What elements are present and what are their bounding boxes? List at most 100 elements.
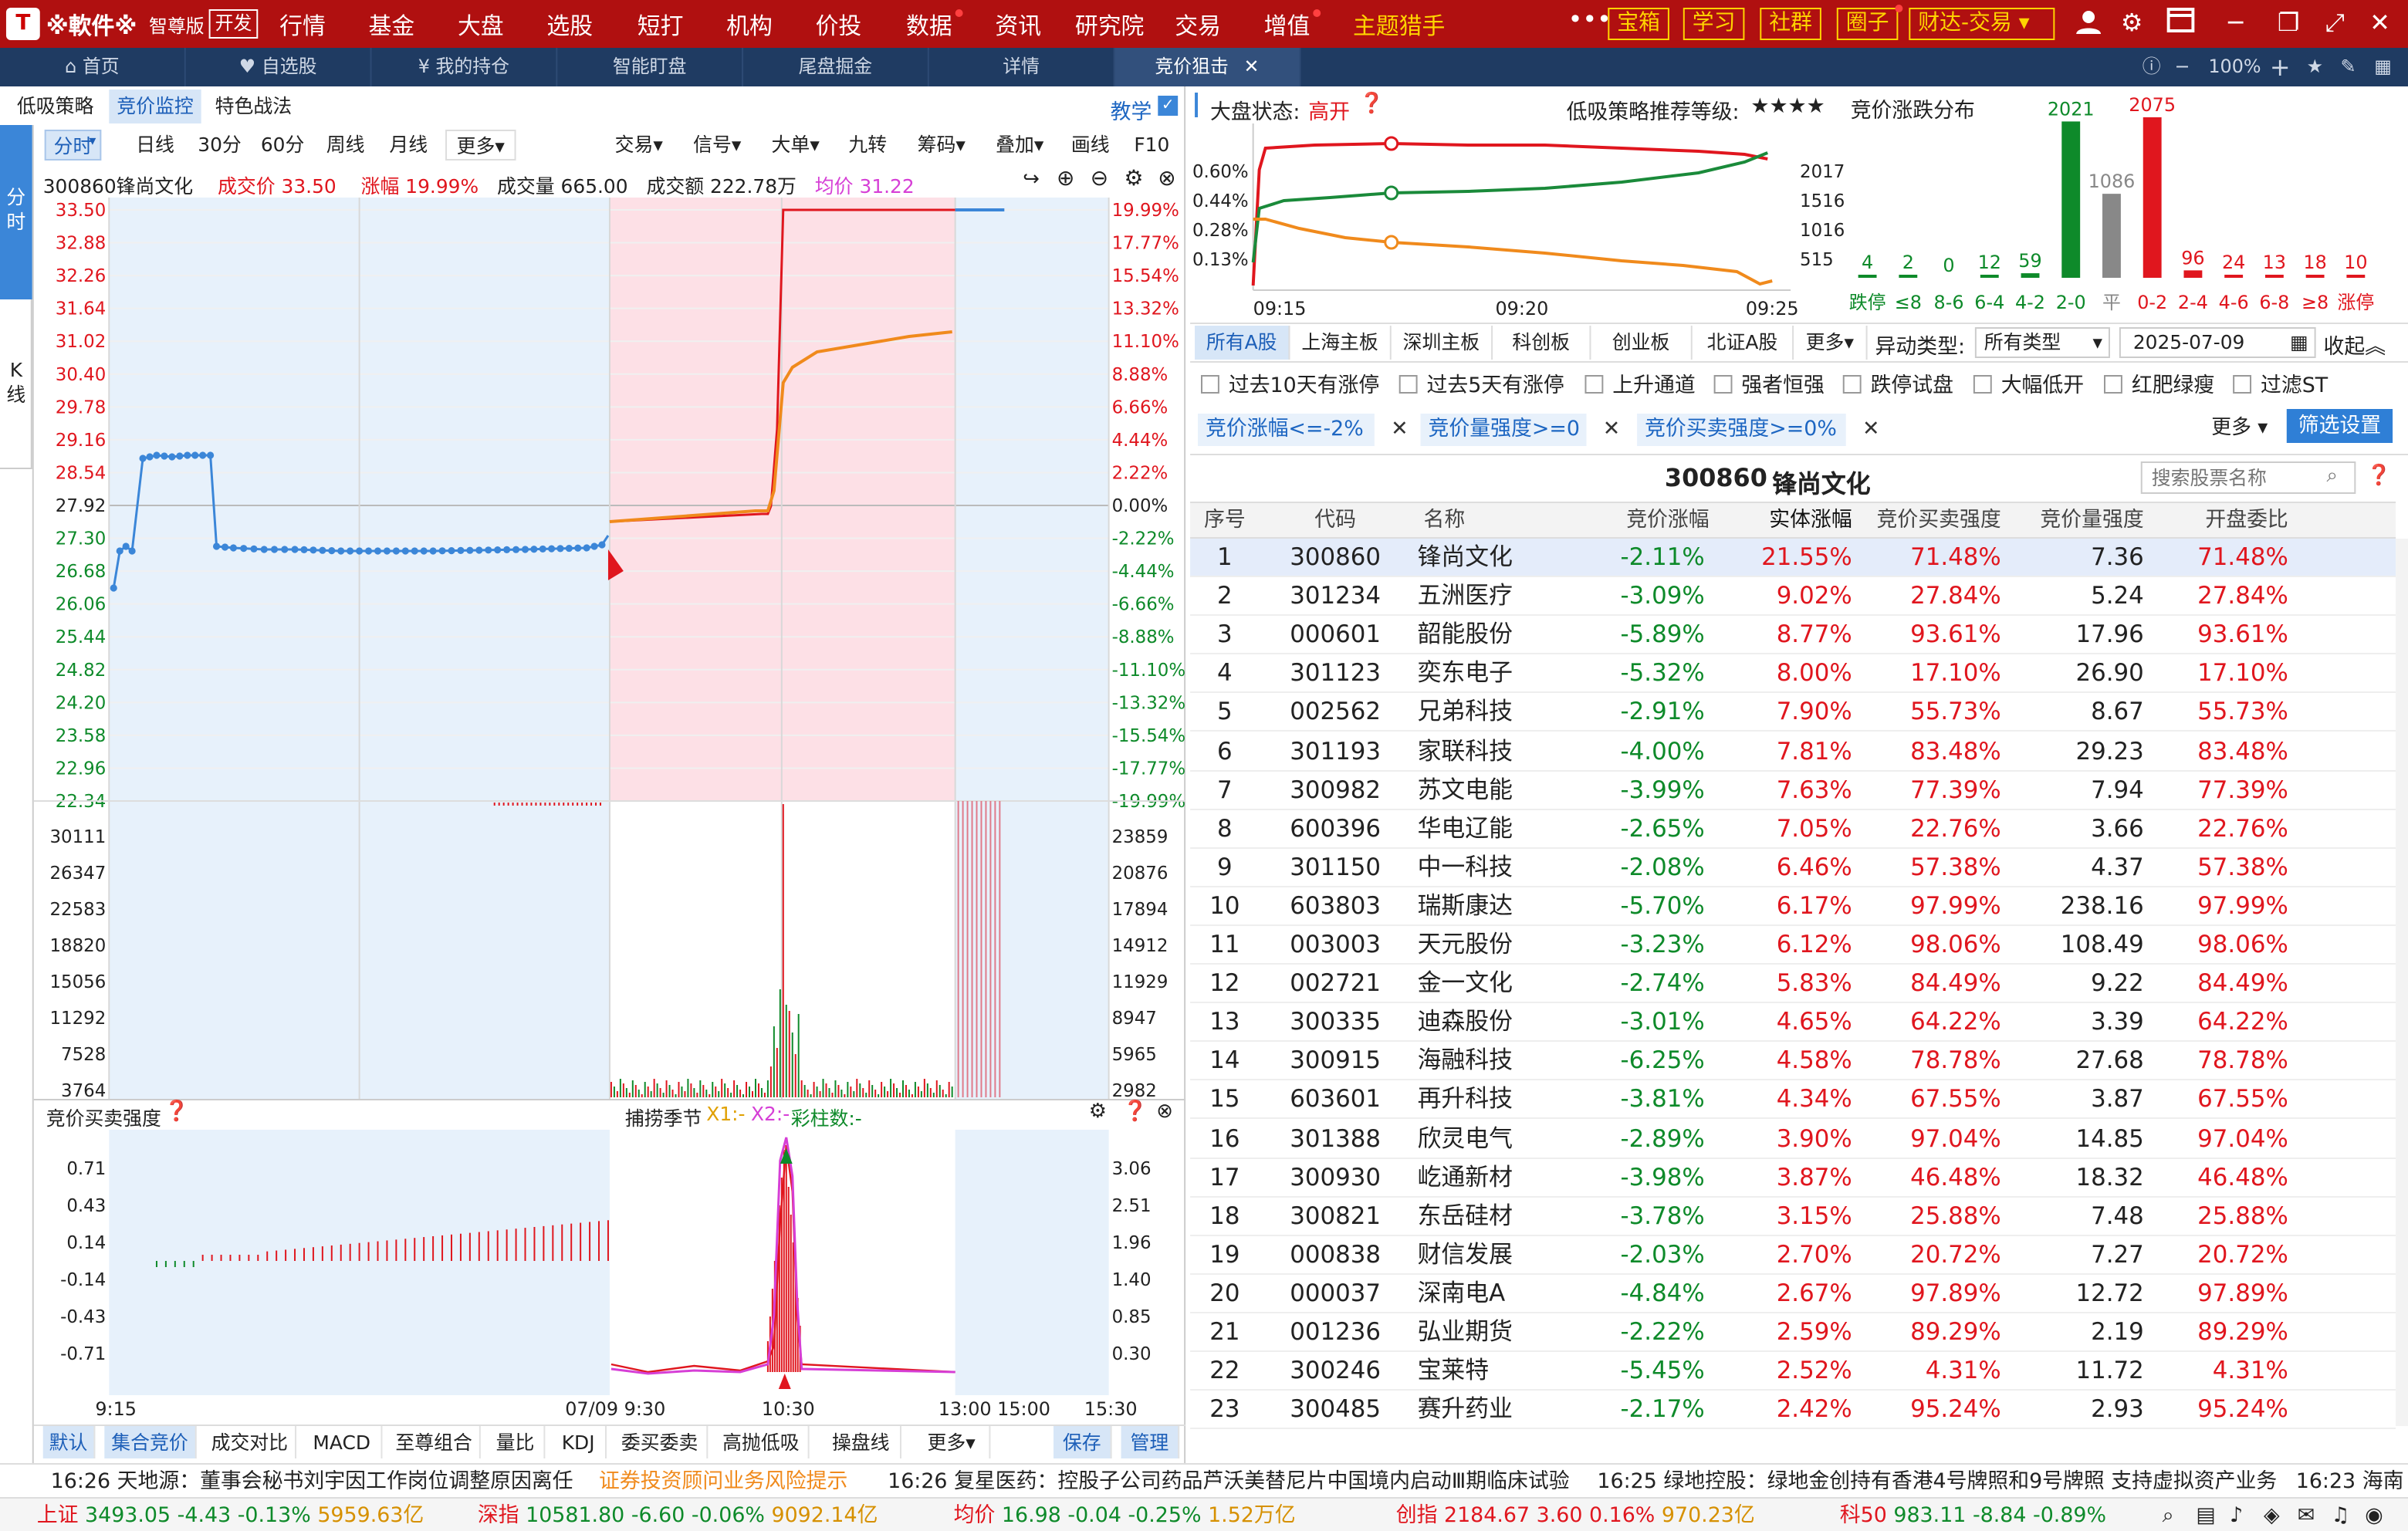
table-scrollbar[interactable] — [2396, 539, 2408, 1426]
close-icon[interactable]: ✕ — [1603, 414, 1621, 446]
table-row[interactable]: 19 000838 财信发展 -2.03% 2.70% 20.72% 7.27 20.72% — [1190, 1236, 2396, 1275]
menu-theme-hunter[interactable]: 主题猎手 — [1353, 9, 1445, 42]
tool-bigorder[interactable]: 大单▾ — [760, 130, 831, 161]
table-row[interactable]: 13 300335 迪森股份 -3.01% 4.65% 64.22% 3.39 64.22% — [1190, 1003, 2396, 1043]
table-row[interactable]: 21 001236 弘业期货 -2.22% 2.59% 89.29% 2.19 89.29% — [1190, 1313, 2396, 1352]
help-icon[interactable]: ❓ — [1359, 93, 1384, 116]
help-icon[interactable]: ❓ — [164, 1100, 189, 1124]
table-row[interactable]: 1 300860 锋尚文化 -2.11% 21.55% 71.48% 7.36 71.48% — [1190, 539, 2396, 577]
menu-jigou[interactable]: 机构 — [726, 9, 773, 42]
market-tab-all[interactable]: 所有A股 — [1195, 326, 1290, 360]
ind-tab-auction[interactable]: 集合竞价 — [104, 1426, 197, 1458]
ind-tab-volratio[interactable]: 量比 — [487, 1426, 546, 1458]
check-strong[interactable]: 强者恒强 — [1713, 367, 1825, 398]
abnormal-type-select[interactable]: 所有类型 ▾ — [1974, 327, 2110, 358]
tab-holdings[interactable]: ¥ 我的持仓 — [372, 48, 558, 86]
avatar[interactable]: ◉ — [2365, 1499, 2383, 1531]
ind-tab-trade-line[interactable]: 操盘线 — [822, 1426, 902, 1458]
ind-tab-deal-compare[interactable]: 成交对比 — [205, 1426, 297, 1458]
check-limit-test[interactable]: 跌停试盘 — [1842, 367, 1953, 398]
period-tab-30m[interactable]: 30分 — [192, 130, 248, 161]
tool-f10[interactable]: F10 — [1128, 130, 1175, 161]
tool-overlay[interactable]: 叠加▾ — [984, 130, 1055, 161]
info-icon[interactable]: ⓘ — [2143, 48, 2161, 86]
list-icon[interactable]: ▤ — [2196, 1499, 2215, 1531]
col-header[interactable]: 代码 — [1263, 503, 1409, 539]
search-icon[interactable]: ⌕ — [2163, 1499, 2174, 1531]
table-row[interactable]: 6 301193 家联科技 -4.00% 7.81% 83.48% 29.23 83.48% — [1190, 732, 2396, 771]
tool-nine-turn[interactable]: 九转 — [840, 130, 895, 161]
menu-duanda[interactable]: 短打 — [638, 9, 684, 42]
table-row[interactable]: 10 603803 瑞斯康达 -5.70% 6.17% 97.99% 238.16 97.99… — [1190, 887, 2396, 926]
news-item[interactable]: 16:25 绿地控股：绿地金创持有香港4号牌照和9号牌照 支持虚拟资产业务 — [1597, 1465, 2277, 1499]
menu-yanjiuyuan[interactable]: 研究院 — [1075, 9, 1145, 42]
grid-icon[interactable]: ▦ — [2374, 48, 2392, 86]
tool-signal[interactable]: 信号▾ — [681, 130, 752, 161]
bell-icon[interactable]: ♫ — [2332, 1499, 2350, 1531]
save-button[interactable]: 保存 — [1053, 1426, 1112, 1458]
index-shanghai[interactable]: 上证 3493.05 -4.43 -0.13% 5959.63亿 — [37, 1499, 424, 1531]
menu-jijin[interactable]: 基金 — [369, 9, 415, 42]
table-row[interactable]: 9 301150 中一科技 -2.08% 6.46% 57.38% 4.37 57.38% — [1190, 849, 2396, 887]
col-header[interactable]: 名称 — [1410, 503, 1480, 539]
subtab-low-buy[interactable]: 低吸策略 — [9, 90, 101, 123]
filter-chip[interactable]: 竞价买卖强度>=0% ✕ — [1637, 414, 1880, 446]
table-row[interactable]: 20 000037 深南电A -4.84% 2.67% 97.89% 12.72 97.89% — [1190, 1275, 2396, 1313]
menu-zixun[interactable]: 资讯 — [995, 9, 1041, 42]
table-row[interactable]: 23 300485 赛升药业 -2.17% 2.42% 95.24% 2.93 95.24% — [1190, 1391, 2396, 1430]
table-row[interactable]: 22 300246 宝莱特 -5.45% 2.52% 4.31% 11.72 4.31% — [1190, 1352, 2396, 1391]
tab-auction-snipe[interactable]: 竞价狙击 ✕ — [1114, 48, 1301, 86]
table-row[interactable]: 16 301388 欣灵电气 -2.89% 3.90% 97.04% 14.85 97.04% — [1190, 1120, 2396, 1158]
checkbox-icon[interactable] — [1973, 375, 1992, 394]
check-uptrend[interactable]: 上升通道 — [1584, 367, 1696, 398]
box-baoxiang[interactable]: 宝箱 — [1608, 8, 1669, 40]
index-average[interactable]: 均价 16.98 -0.04 -0.25% 1.52万亿 — [954, 1499, 1296, 1531]
table-row[interactable]: 4 301123 奕东电子 -5.32% 8.00% 17.10% 26.90 17.10% — [1190, 655, 2396, 694]
ind-tab-macd[interactable]: MACD — [303, 1426, 383, 1458]
box-xuexi[interactable]: 学习 — [1683, 8, 1745, 40]
tab-tail-dig[interactable]: 尾盘掘金 — [743, 48, 929, 86]
collapse-button[interactable]: 收起︽ — [2324, 329, 2386, 360]
ind-tab-highlow[interactable]: 高抛低吸 — [714, 1426, 810, 1458]
restore-icon[interactable]: ❐ — [2278, 8, 2300, 37]
menu-jiaoyi[interactable]: 交易 — [1175, 9, 1221, 42]
index-chinext[interactable]: 创指 2184.67 3.60 0.16% 970.23亿 — [1396, 1499, 1755, 1531]
col-header[interactable]: 竞价量强度 — [2003, 503, 2143, 539]
checkbox-icon[interactable] — [1584, 375, 1604, 394]
menu-xuangu[interactable]: 选股 — [546, 9, 593, 42]
risk-notice-link[interactable]: 证券投资顾问业务风险提示 — [599, 1465, 847, 1499]
table-row[interactable]: 15 603601 再升科技 -3.81% 4.34% 67.55% 3.87 67.55% — [1190, 1081, 2396, 1120]
market-tab-sh[interactable]: 上海主板 — [1290, 326, 1392, 360]
check-red-fat[interactable]: 红肥绿瘦 — [2104, 367, 2214, 398]
message-icon[interactable]: ✉ — [2298, 1499, 2315, 1531]
ind-tab-kdj[interactable]: KDJ — [551, 1426, 607, 1458]
tab-home[interactable]: ⌂ 首页 — [0, 48, 186, 86]
minimize-icon[interactable]: ─ — [2228, 8, 2243, 37]
ind-tab-default[interactable]: 默认 — [42, 1426, 96, 1458]
news-item[interactable]: 16:26 复星医药：控股子公司药品芦沃美替尼片中国境内启动Ⅲ期临床试验 — [888, 1465, 1569, 1499]
zoom-out-icon[interactable]: ⊖ — [1091, 167, 1108, 191]
tool-draw[interactable]: 画线 — [1063, 130, 1118, 161]
tab-watchlist[interactable]: ♥ 自选股 — [186, 48, 372, 86]
fullscreen-icon[interactable]: ⤢ — [2325, 8, 2345, 39]
subtab-special-tactics[interactable]: 特色战法 — [208, 90, 299, 123]
filter-settings-button[interactable]: 筛选设置 — [2286, 409, 2393, 443]
menu-hangqing[interactable]: 行情 — [279, 9, 326, 42]
period-tab-more[interactable]: 更多▾ — [445, 130, 516, 161]
menu-zengzhi[interactable]: 增值 — [1264, 9, 1311, 42]
check-5day-limit[interactable]: 过去5天有涨停 — [1398, 367, 1564, 398]
checkbox-icon[interactable]: ✓ — [1158, 96, 1179, 116]
checkbox-icon[interactable] — [1842, 375, 1862, 394]
table-row[interactable]: 14 300915 海融科技 -6.25% 4.58% 78.78% 27.68 78.78% — [1190, 1043, 2396, 1081]
box-shequn[interactable]: 社群 — [1760, 8, 1821, 40]
ind-tab-zhizun[interactable]: 至尊组合 — [388, 1426, 481, 1458]
help-icon[interactable]: ❓ — [2366, 465, 2391, 488]
share-icon[interactable]: ↪ — [1023, 168, 1040, 191]
tab-smart-watch[interactable]: 智能盯盘 — [557, 48, 744, 86]
box-trade-account[interactable]: 财达-交易 ▾ — [1909, 8, 2055, 40]
user-icon[interactable] — [2075, 8, 2102, 42]
close-icon[interactable]: ✕ — [1391, 414, 1409, 446]
dev-button[interactable]: 开发 — [208, 9, 259, 39]
checkbox-icon[interactable] — [2233, 375, 2252, 394]
table-row[interactable]: 17 300930 屹通新材 -3.98% 3.87% 46.48% 18.32 46.48% — [1190, 1158, 2396, 1198]
